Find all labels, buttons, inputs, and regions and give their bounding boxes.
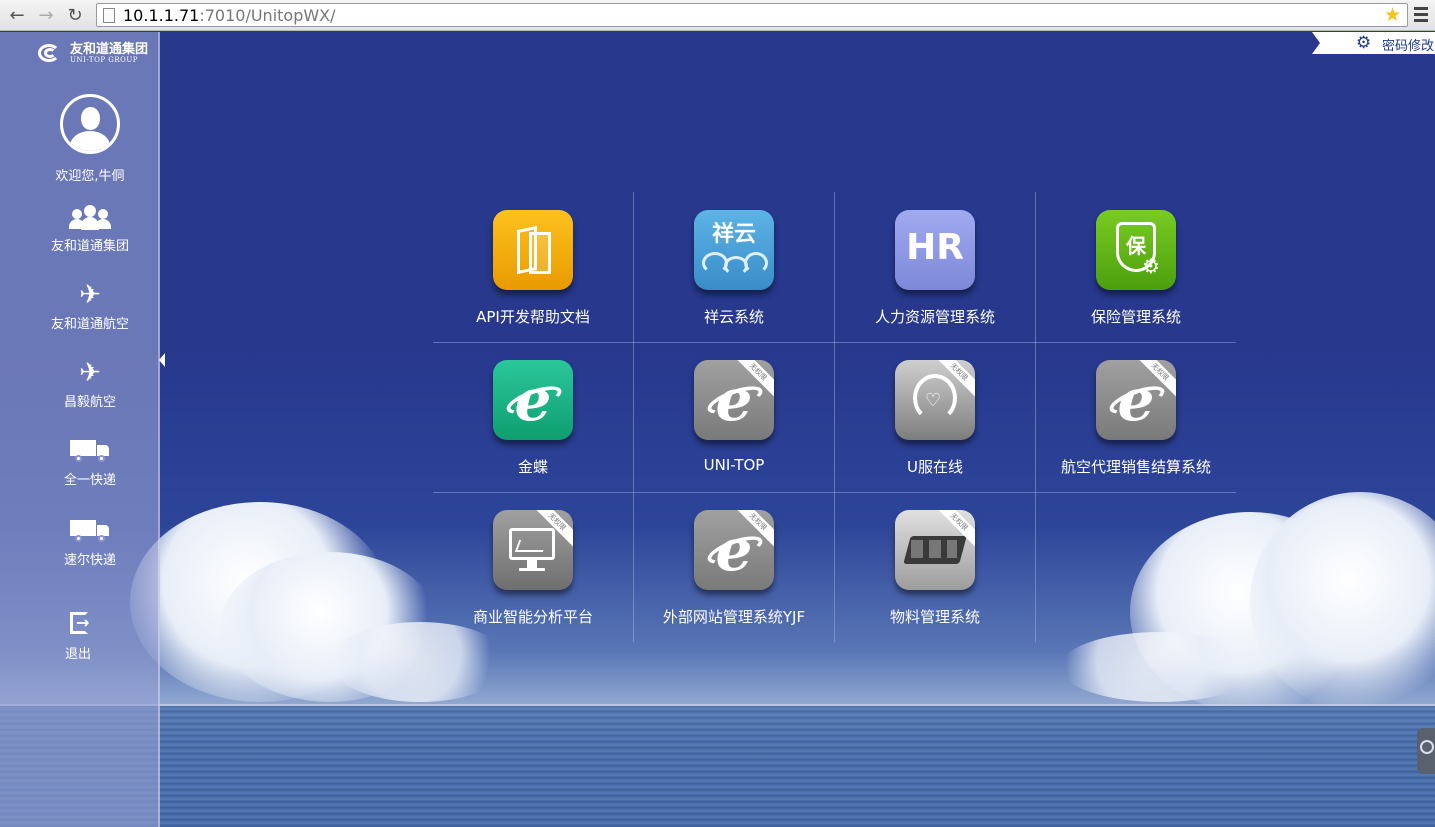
forward-arrow-icon[interactable]: → — [35, 4, 57, 26]
app-aviation-settlement[interactable]: e 无权限 航空代理销售结算系统 — [1036, 342, 1236, 492]
sidebar-item-quanyi-express[interactable]: 全一快递 — [0, 438, 180, 488]
hr-icon: HR — [895, 210, 975, 290]
logo-name-en: UNI-TOP GROUP — [70, 55, 138, 64]
app-ufu-online[interactable]: ♡ 无权限 U服在线 — [835, 342, 1035, 492]
tile-text: HR — [906, 227, 964, 268]
tile-text: e — [514, 366, 552, 434]
sidebar-item-label: 友和道通航空 — [50, 317, 129, 332]
document-folder-icon — [493, 210, 573, 290]
ie-browser-icon: e 无权限 — [694, 360, 774, 440]
sidebar-item-label: 退出 — [64, 647, 91, 662]
app-hr-system[interactable]: HR 人力资源管理系统 — [835, 192, 1035, 342]
sidebar-item-changyi-aviation[interactable]: ✈ 昌毅航空 — [0, 360, 180, 410]
app-insurance[interactable]: 保 ⚙ 保险管理系统 — [1036, 192, 1236, 342]
sidebar-item-label: 昌毅航空 — [63, 395, 116, 410]
ie-browser-icon: e 无权限 — [1096, 360, 1176, 440]
reload-icon[interactable]: ↻ — [64, 4, 86, 26]
sidebar-item-uni-top-group[interactable]: 友和道通集团 — [0, 204, 180, 254]
truck-icon — [68, 438, 112, 464]
app-xiangyun[interactable]: 祥云 祥云系统 — [634, 192, 834, 342]
app-bi-platform[interactable]: 无权限 商业智能分析平台 — [433, 492, 633, 642]
sidebar: 友和道通集团 UNI-TOP GROUP 欢迎您,牛侗 友和道通集团 ✈ 友和道… — [0, 32, 160, 827]
app-kingdee[interactable]: e 金蝶 — [433, 342, 633, 492]
ie-browser-icon: e 无权限 — [694, 510, 774, 590]
browser-toolbar: ← → ↻ 10.1.1.71:7010/UnitopWX/ ★ — [0, 0, 1435, 31]
logout-button[interactable]: → 退出 — [0, 612, 168, 662]
gear-icon: ⚙ — [1356, 33, 1372, 53]
sidebar-item-label: 速尔快递 — [63, 553, 116, 568]
monitor-chart-icon: 无权限 — [493, 510, 573, 590]
sidebar-collapse-arrow-icon[interactable] — [159, 353, 165, 367]
back-arrow-icon[interactable]: ← — [6, 4, 28, 26]
user-avatar[interactable] — [60, 94, 120, 154]
shield-gear-icon: 保 ⚙ — [1096, 210, 1176, 290]
app-materials[interactable]: 无权限 物料管理系统 — [835, 492, 1035, 642]
change-password-button[interactable]: ⚙ 密码修改 — [1312, 32, 1435, 54]
sidebar-item-label: 友和道通集团 — [50, 239, 129, 254]
bookmark-star-icon[interactable]: ★ — [1384, 4, 1401, 26]
app-external-website-yjf[interactable]: e 无权限 外部网站管理系统YJF — [634, 492, 834, 642]
sidebar-item-uni-top-aviation[interactable]: ✈ 友和道通航空 — [0, 282, 180, 332]
ie-browser-icon: e — [493, 360, 573, 440]
cloud-logo-icon: 祥云 — [694, 210, 774, 290]
app-label: 物料管理系统 — [889, 608, 980, 626]
tile-text: 祥云 — [711, 222, 756, 247]
url-host: 10.1.1.71 — [123, 5, 200, 25]
sidebar-item-sure-express[interactable]: 速尔快递 — [0, 518, 180, 568]
app-grid: API开发帮助文档 祥云 祥云系统 HR 人力资源管理系统 保 ⚙ 保险管理系统… — [433, 192, 1236, 642]
app-uni-top[interactable]: e 无权限 UNI-TOP — [634, 342, 834, 492]
app-label: 保险管理系统 — [1090, 308, 1181, 326]
boxes-icon: 无权限 — [895, 510, 975, 590]
truck-icon — [68, 518, 112, 544]
address-bar[interactable]: 10.1.1.71:7010/UnitopWX/ ★ — [96, 3, 1408, 27]
welcome-text: 欢迎您,牛侗 — [55, 169, 125, 184]
people-icon — [68, 204, 112, 230]
sidebar-item-label: 全一快递 — [63, 473, 116, 488]
company-logo[interactable]: 友和道通集团 UNI-TOP GROUP — [36, 42, 148, 64]
app-label: 航空代理销售结算系统 — [1060, 458, 1211, 476]
logo-swirl-icon — [36, 42, 66, 64]
headset-icon: ♡ 无权限 — [895, 360, 975, 440]
airplane-icon: ✈ — [79, 358, 101, 388]
browser-menu-icon[interactable] — [1414, 5, 1428, 23]
url-path: :7010/UnitopWX/ — [199, 5, 336, 25]
logo-name-cn: 友和道通集团 — [70, 41, 149, 57]
page-icon — [103, 7, 115, 23]
floating-side-widget[interactable] — [1417, 728, 1435, 774]
airplane-icon: ✈ — [79, 280, 101, 310]
logout-icon: → — [56, 612, 100, 638]
change-password-label: 密码修改 — [1382, 39, 1435, 54]
app-api-docs[interactable]: API开发帮助文档 — [433, 192, 633, 342]
